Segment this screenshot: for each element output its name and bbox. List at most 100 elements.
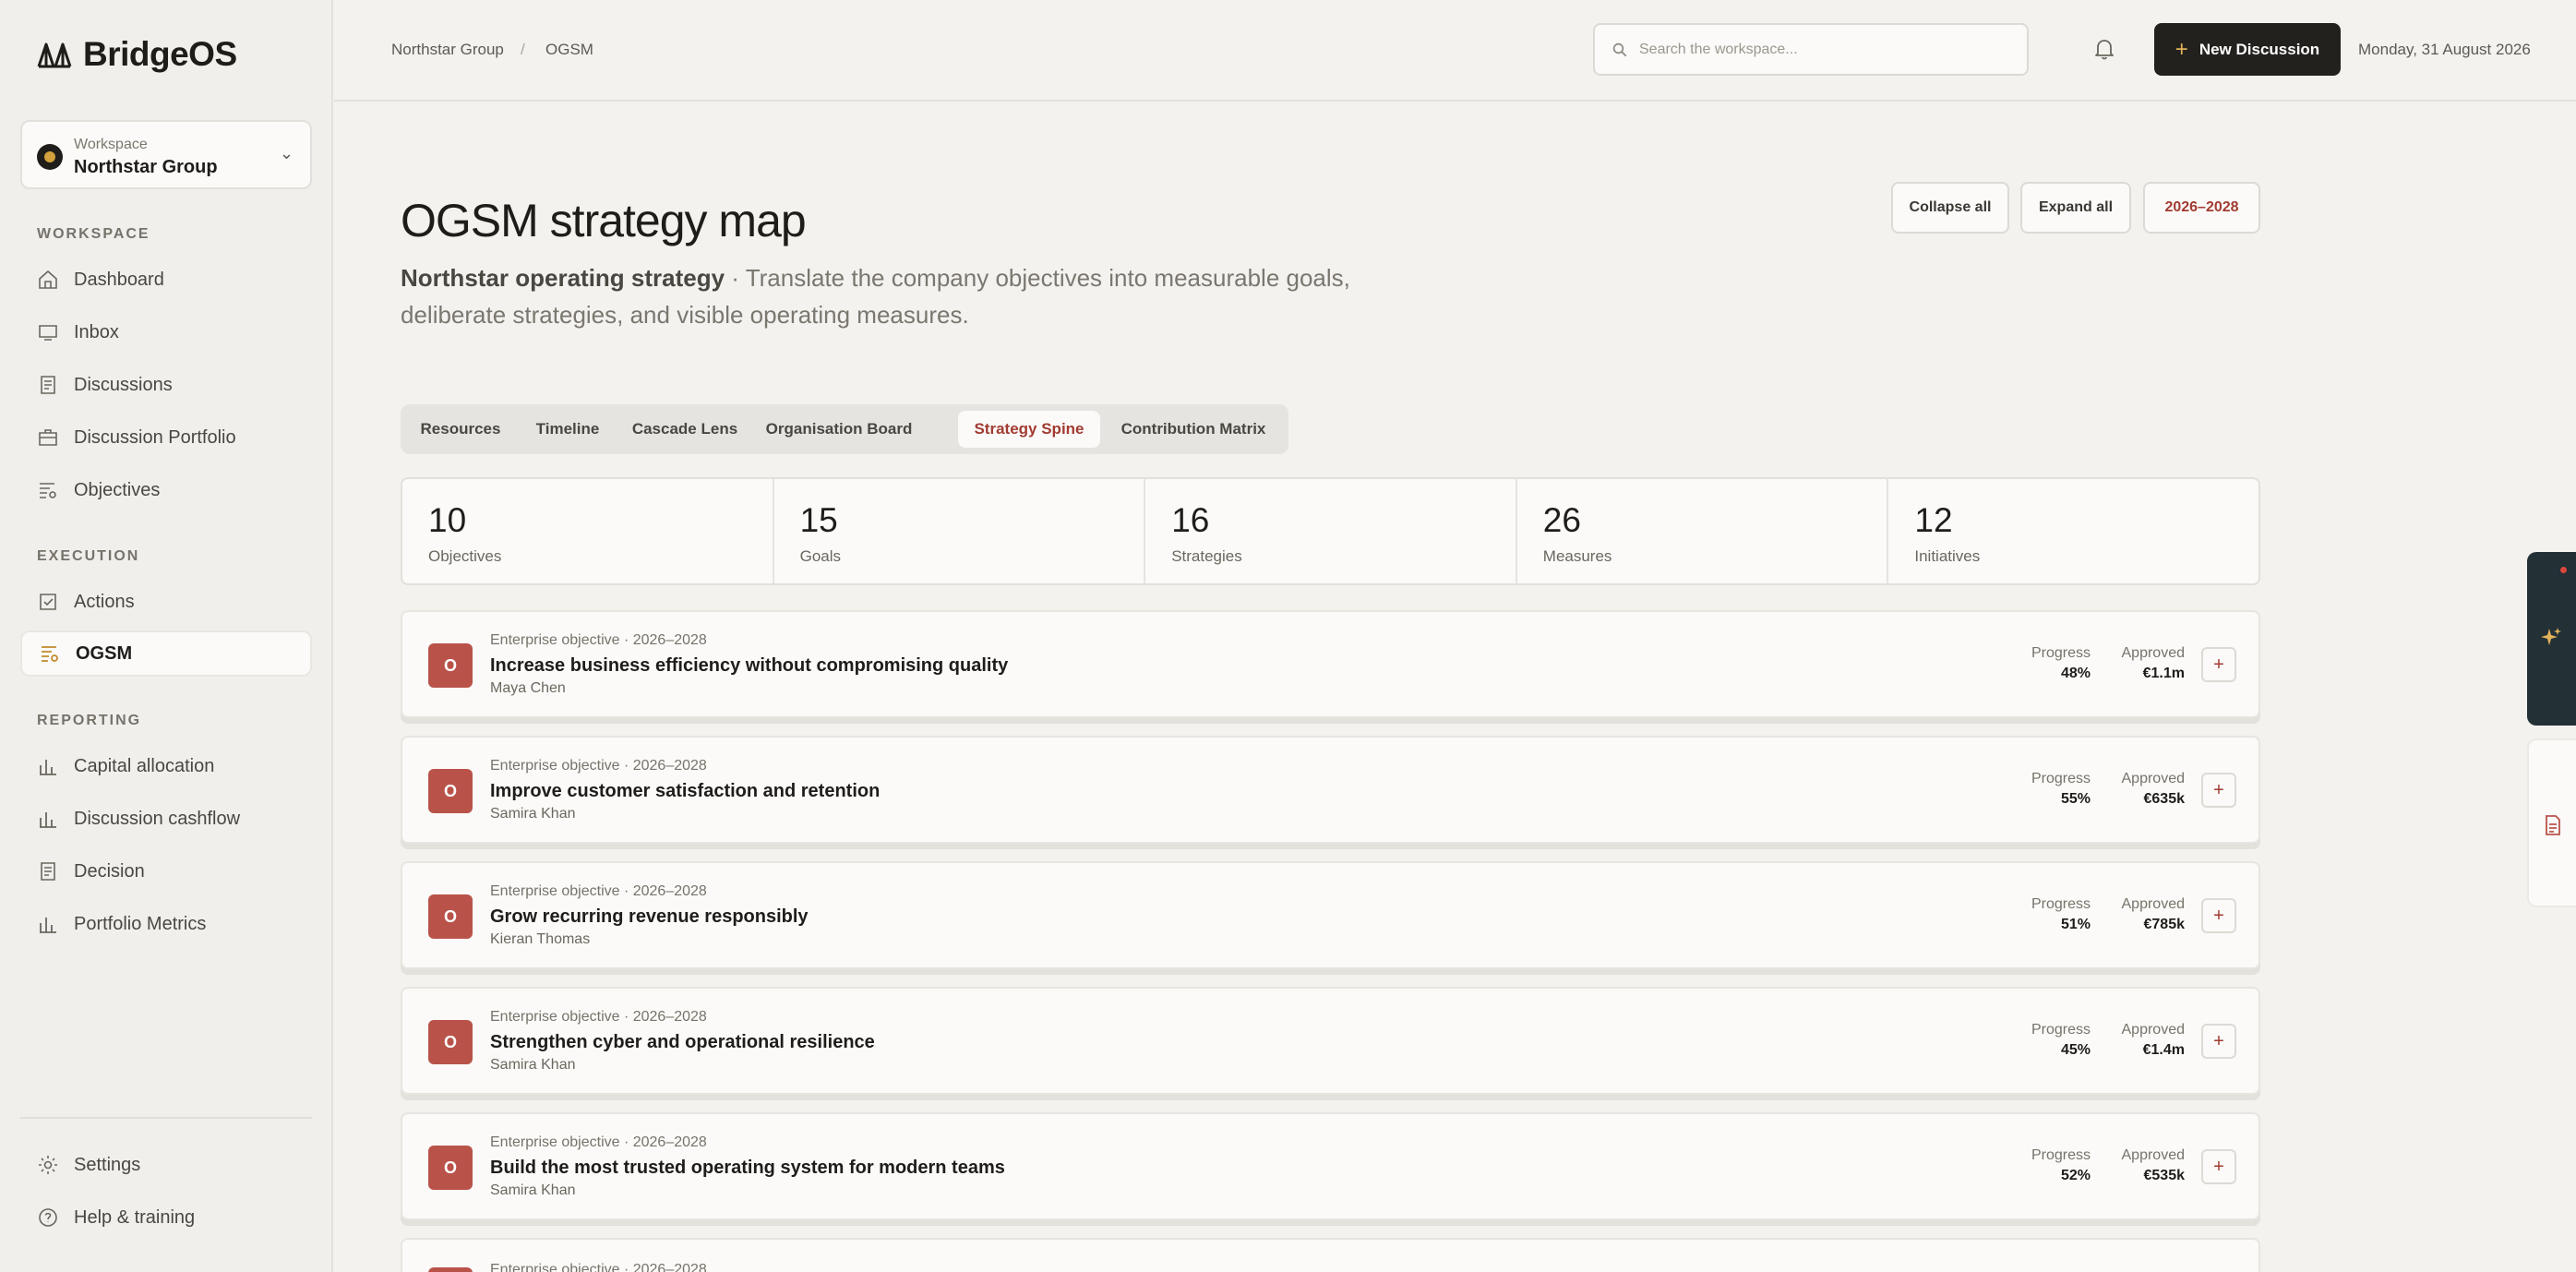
objective-approved: Approved €635k [2092, 771, 2186, 808]
gear-icon [39, 1156, 57, 1174]
objective-approved: Approved €1.4m [2092, 1022, 2186, 1059]
checkbox-icon [40, 594, 56, 610]
chevron-down-icon: ⌄ [279, 144, 294, 162]
progress-label: Progress [2031, 771, 2091, 786]
sidebar-item-discussion-cashflow[interactable]: Discussion cashflow [20, 796, 312, 842]
page-title: OGSM strategy map [401, 195, 807, 246]
objective-row[interactable]: O Enterprise objective · 2026–2028 Stren… [401, 987, 2260, 1095]
document-icon [41, 862, 55, 881]
document-panel-tab[interactable] [2527, 738, 2576, 907]
workspace-switcher[interactable]: Workspace Northstar Group ⌄ [20, 120, 312, 189]
sidebar-item-label: Objectives [74, 479, 161, 500]
search-icon [1612, 42, 1627, 56]
sidebar-item-objectives[interactable]: Objectives [20, 467, 312, 513]
stat-label: Strategies [1171, 547, 1242, 565]
app-name: BridgeOS [83, 35, 237, 73]
breadcrumb-workspace[interactable]: Northstar Group [391, 41, 504, 59]
assistant-panel-tab[interactable] [2527, 552, 2576, 726]
progress-label: Progress [2031, 1022, 2091, 1038]
sidebar-item-dashboard[interactable]: Dashboard [20, 257, 312, 303]
bar-chart-icon [40, 760, 56, 775]
objective-row[interactable]: O Enterprise objective · 2026–2028 Impro… [401, 736, 2260, 844]
tab-timeline[interactable]: Timeline [519, 411, 617, 448]
progress-value: 48% [2060, 666, 2091, 681]
sidebar-item-label: Settings [74, 1154, 141, 1175]
add-child-button[interactable]: + [2201, 1149, 2236, 1184]
objective-meta: Enterprise objective · 2026–2028 [490, 883, 707, 899]
objective-progress: Progress 55% [1998, 771, 2091, 808]
section-label-workspace: WORKSPACE [37, 226, 150, 242]
bell-icon[interactable] [2093, 37, 2115, 61]
sidebar-item-decision[interactable]: Decision [20, 848, 312, 894]
sidebar-item-settings[interactable]: Settings [20, 1142, 312, 1188]
objective-badge: O [428, 769, 473, 813]
add-child-button[interactable]: + [2201, 773, 2236, 808]
approved-value: €1.4m [2142, 1042, 2185, 1058]
sidebar-item-help[interactable]: Help & training [20, 1194, 312, 1241]
home-icon [39, 270, 57, 289]
progress-label: Progress [2031, 1147, 2091, 1163]
stat-goals: 15 Goals [774, 479, 1146, 583]
expand-all-button[interactable]: Expand all [2020, 182, 2131, 234]
objective-badge: O [428, 1146, 473, 1190]
progress-value: 45% [2060, 1042, 2091, 1058]
objective-meta: Enterprise objective · 2026–2028 [490, 758, 707, 774]
stats-summary: 10 Objectives 15 Goals 16 Strategies 26 … [401, 477, 2260, 585]
add-child-button[interactable]: + [2201, 647, 2236, 682]
stat-label: Goals [799, 547, 842, 565]
progress-label: Progress [2031, 645, 2091, 661]
approved-label: Approved [2121, 1022, 2186, 1038]
collapse-all-button[interactable]: Collapse all [1891, 182, 2009, 234]
objective-badge: O [428, 1020, 473, 1064]
objective-meta: Enterprise objective · 2026–2028 [490, 1009, 707, 1025]
notification-dot [2560, 567, 2567, 573]
objective-row[interactable]: O Enterprise objective · 2026–2028 Grow … [401, 861, 2260, 969]
objective-title[interactable]: Improve customer satisfaction and retent… [490, 781, 880, 802]
stat-label: Measures [1542, 547, 1612, 565]
tab-organisation-board[interactable]: Organisation Board [753, 411, 925, 448]
objective-title[interactable]: Build the most trusted operating system … [490, 1158, 1005, 1179]
objective-row[interactable]: Enterprise objective · 2026–2028 [401, 1238, 2260, 1272]
sidebar-item-capital-allocation[interactable]: Capital allocation [20, 743, 312, 789]
objective-approved: Approved €1.1m [2092, 645, 2186, 682]
add-child-button[interactable]: + [2201, 898, 2236, 933]
approved-value: €635k [2143, 791, 2186, 807]
progress-value: 55% [2060, 791, 2091, 807]
tab-cascade-lens[interactable]: Cascade Lens [622, 411, 748, 448]
sidebar-item-discussion-portfolio[interactable]: Discussion Portfolio [20, 414, 312, 461]
sidebar-item-label: Discussions [74, 374, 173, 395]
progress-value: 52% [2060, 1168, 2091, 1183]
sidebar-item-actions[interactable]: Actions [20, 579, 312, 625]
workspace-name: Northstar Group [74, 157, 218, 177]
search-box[interactable] [1593, 23, 2029, 76]
objective-row[interactable]: O Enterprise objective · 2026–2028 Build… [401, 1112, 2260, 1220]
objective-progress: Progress 45% [1998, 1022, 2091, 1059]
section-label-execution: EXECUTION [37, 548, 140, 564]
sidebar: BridgeOS Workspace Northstar Group ⌄ WOR… [0, 0, 333, 1272]
objective-title[interactable]: Increase business efficiency without com… [490, 655, 1008, 677]
sidebar-item-label: Decision [74, 860, 145, 882]
objective-title[interactable]: Grow recurring revenue responsibly [490, 906, 809, 928]
ogsm-icon [42, 646, 58, 662]
new-discussion-button[interactable]: + New Discussion [2154, 23, 2341, 76]
tab-resources[interactable]: Resources [408, 411, 513, 448]
tab-strategy-spine[interactable]: Strategy Spine [958, 411, 1100, 448]
sidebar-item-portfolio-metrics[interactable]: Portfolio Metrics [20, 901, 312, 947]
breadcrumb-current: OGSM [545, 41, 593, 58]
topbar: Northstar Group / OGSM + New Discussion … [334, 0, 2576, 102]
period-button[interactable]: 2026–2028 [2143, 182, 2260, 234]
sparkle-icon [2541, 628, 2561, 645]
objective-title[interactable]: Strengthen cyber and operational resilie… [490, 1032, 875, 1053]
search-input[interactable] [1639, 41, 2008, 58]
approved-value: €785k [2143, 917, 2186, 932]
sidebar-item-discussions[interactable]: Discussions [20, 362, 312, 408]
sidebar-item-inbox[interactable]: Inbox [20, 309, 312, 355]
tab-contribution-matrix[interactable]: Contribution Matrix [1106, 411, 1281, 448]
objective-row[interactable]: O Enterprise objective · 2026–2028 Incre… [401, 610, 2260, 718]
stat-label: Objectives [428, 547, 502, 565]
add-child-button[interactable]: + [2201, 1024, 2236, 1059]
sidebar-item-ogsm[interactable]: OGSM [20, 630, 312, 677]
approved-label: Approved [2121, 1147, 2186, 1163]
workspace-label: Workspace [74, 137, 148, 152]
app-logo[interactable]: BridgeOS [37, 35, 237, 74]
